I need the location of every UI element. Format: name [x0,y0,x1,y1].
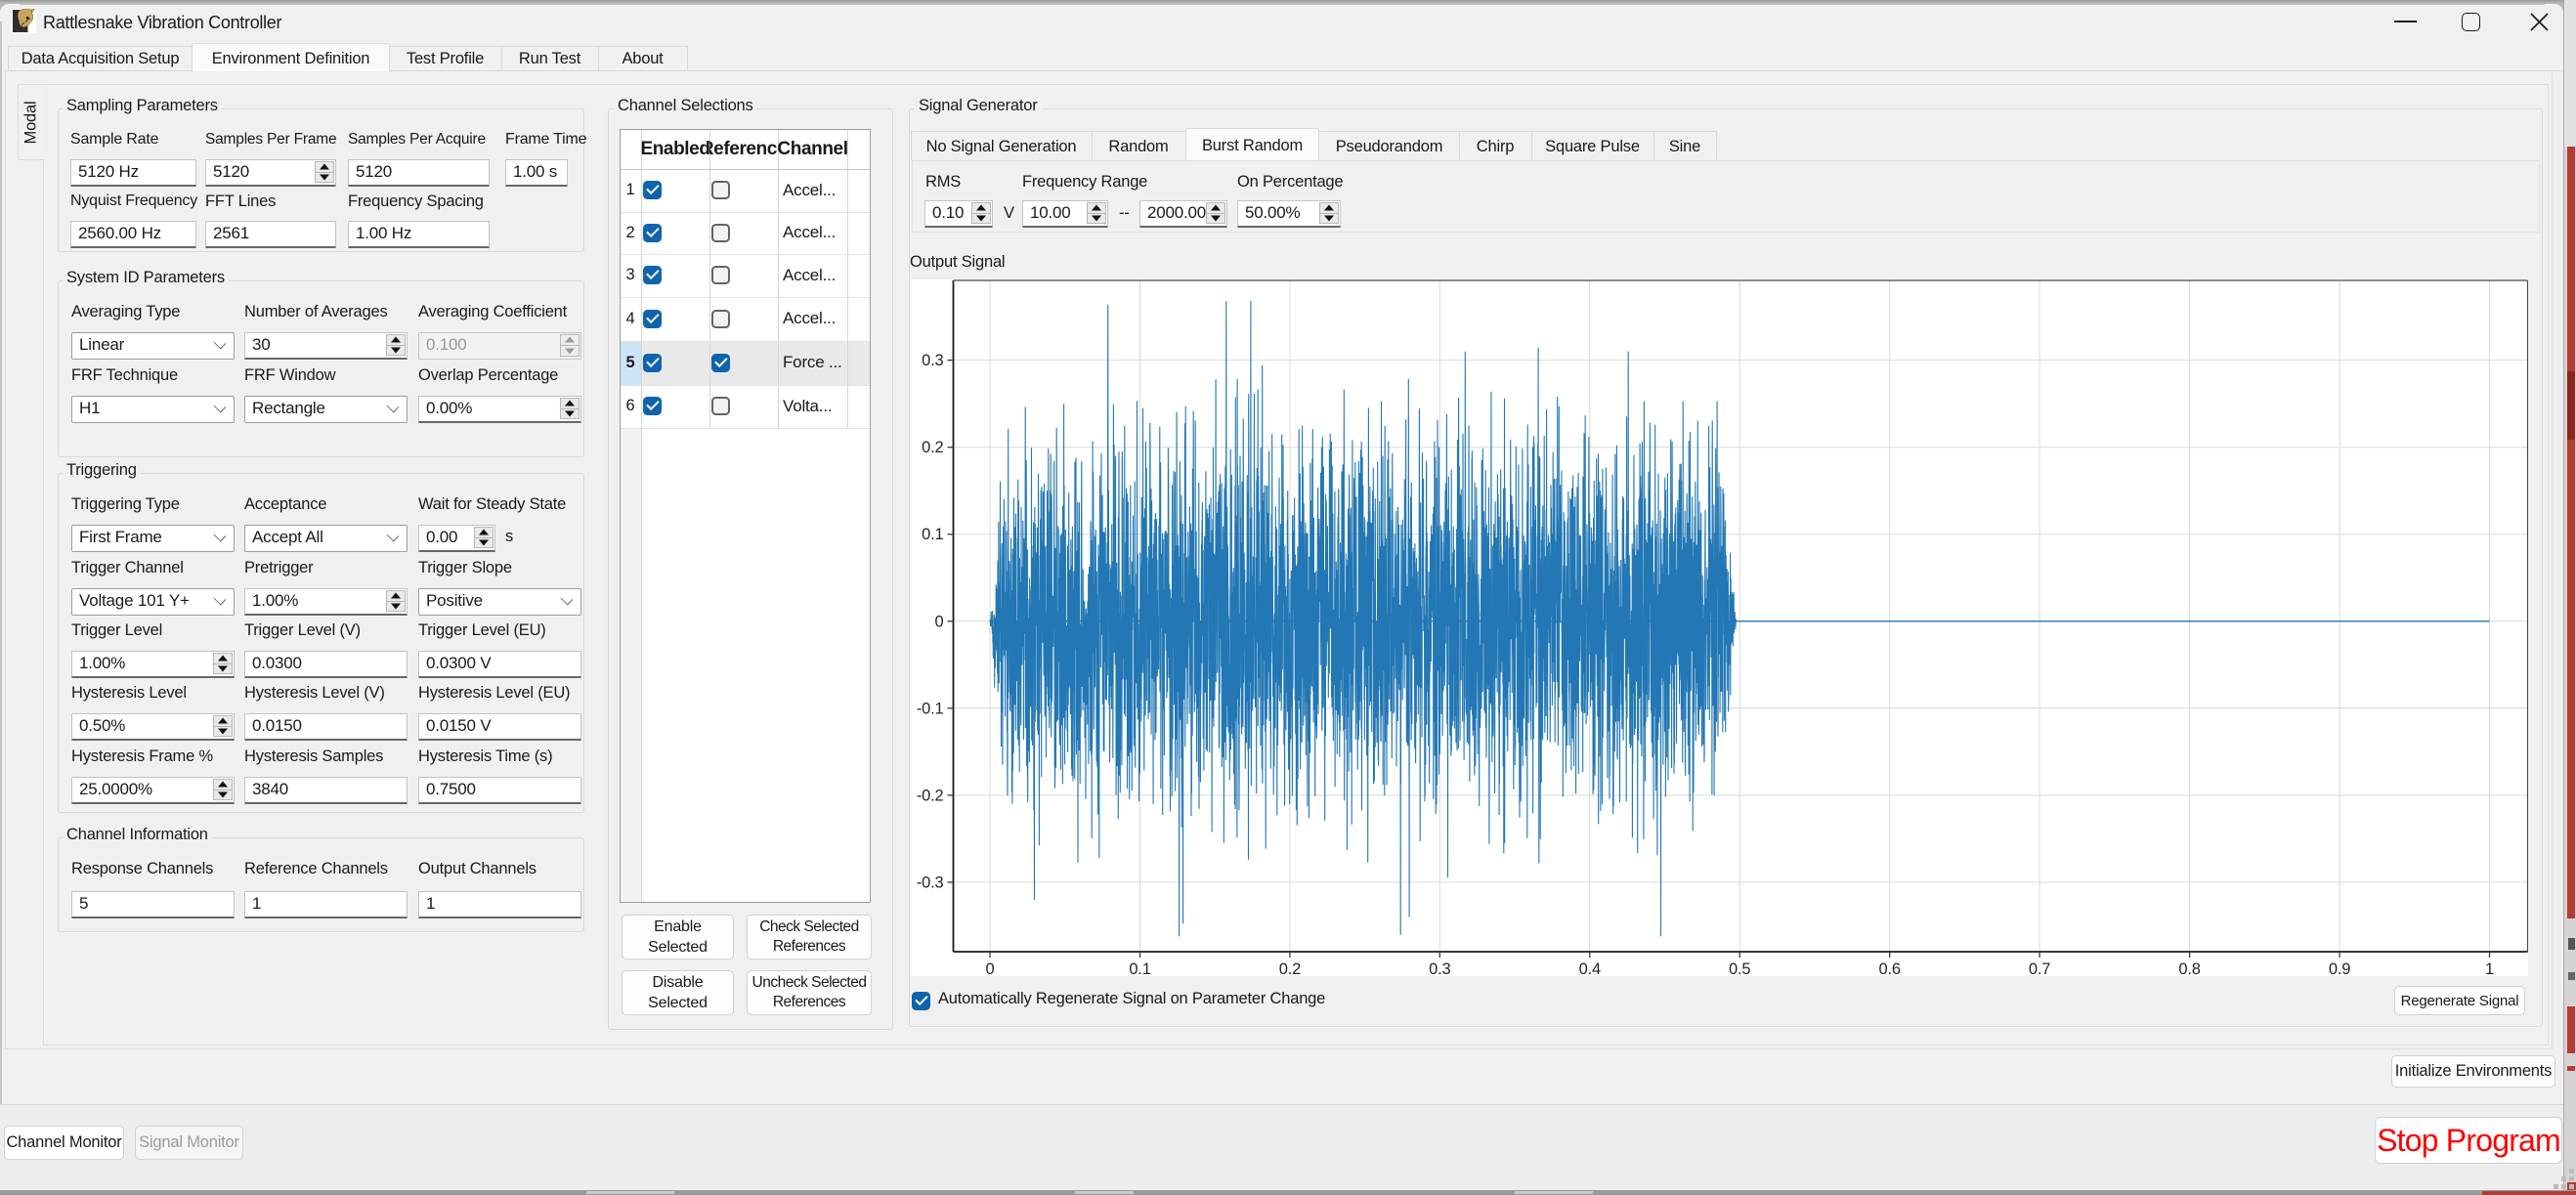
svg-text:0.9: 0.9 [2329,960,2350,976]
svg-text:0.3: 0.3 [922,352,943,369]
svg-text:0: 0 [935,613,944,630]
svg-text:0: 0 [986,960,995,976]
svg-text:0.7: 0.7 [2029,960,2050,976]
svg-text:0.2: 0.2 [922,439,943,456]
svg-text:0.6: 0.6 [1879,960,1901,976]
svg-text:1: 1 [2485,960,2494,976]
svg-text:0.1: 0.1 [1129,960,1150,976]
svg-text:0.4: 0.4 [1579,960,1601,976]
svg-text:0.3: 0.3 [1429,960,1450,976]
svg-text:-0.3: -0.3 [917,874,944,891]
svg-text:0.2: 0.2 [1279,960,1301,976]
svg-text:0.1: 0.1 [922,526,943,543]
svg-text:-0.1: -0.1 [917,700,944,717]
svg-text:0.8: 0.8 [2178,960,2200,976]
svg-text:-0.2: -0.2 [917,787,944,804]
svg-text:0.5: 0.5 [1729,960,1750,976]
